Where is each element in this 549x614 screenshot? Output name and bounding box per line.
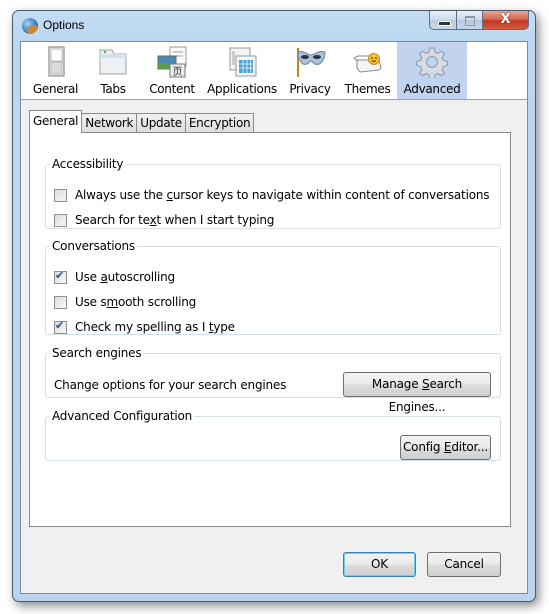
search-when-typing-checkbox[interactable]: Search for text when I start typing [54,213,274,227]
minimize-button[interactable] [429,11,457,30]
options-window: Options X General Tabs 页 Content Applica… [12,10,536,602]
group-legend: Search engines [52,346,142,360]
tab-strip: General Network Update Encryption [29,110,255,133]
config-editor-button[interactable]: Config Editor... [400,435,491,460]
gear-icon [416,46,448,80]
option-label: Use smooth scrolling [75,295,197,309]
window-title: Options [43,18,85,32]
toolbar-item-applications[interactable]: Applications [202,42,282,99]
group-legend: Accessibility [52,157,124,171]
accessibility-group: Accessibility Always use the cursor keys… [45,157,501,229]
toolbar-item-content[interactable]: 页 Content [142,42,202,99]
search-engines-group: Search engines Change options for your s… [45,346,501,414]
manage-search-engines-button[interactable]: Manage Search Engines... [343,372,491,414]
toolbar-label: General [32,82,79,96]
ok-button[interactable]: OK [343,552,416,577]
cancel-button[interactable]: Cancel [427,552,501,577]
maximize-button[interactable] [457,11,483,30]
spellcheck-checkbox[interactable]: Check my spelling as I type [54,319,235,334]
switch-icon [40,46,72,78]
caption-buttons: X [429,11,529,31]
checkbox[interactable] [54,213,67,227]
toolbar-label: Privacy [289,82,331,96]
option-label: Search for text when I start typing [75,213,275,227]
advanced-configuration-group: Advanced Configuration Config Editor... [45,409,501,461]
checkbox-checked[interactable] [54,319,67,334]
tab-network[interactable]: Network [81,113,138,133]
toolbar-item-privacy[interactable]: Privacy [282,42,338,99]
applications-icon [226,46,258,78]
app-globe-icon [22,18,38,34]
toolbar-label: Applications [207,82,277,96]
toolbar-label: Themes [344,82,391,96]
search-engines-description: Change options for your search engines [54,378,287,392]
toolbar-item-themes[interactable]: Themes [338,42,397,99]
content-icon: 页 [156,46,188,78]
toolbar-label: Tabs [100,82,126,96]
toolbar-item-general[interactable]: General [27,42,84,99]
preferences-toolbar: General Tabs 页 Content Applications Priv… [21,42,527,100]
close-button[interactable]: X [483,11,529,30]
svg-text:页: 页 [173,66,183,78]
title-bar[interactable]: Options X [13,11,535,41]
toolbar-label: Advanced [403,82,461,96]
tabs-icon [97,46,129,78]
option-label: Always use the cursor keys to navigate w… [75,188,490,202]
checkbox-checked[interactable] [54,269,67,284]
conversations-group: Conversations Use autoscrolling Use smoo… [45,239,501,335]
toolbar-label: Content [149,82,195,96]
tab-encryption[interactable]: Encryption [184,113,255,133]
toolbar-item-tabs[interactable]: Tabs [84,42,142,99]
checkbox[interactable] [54,295,67,309]
checkbox[interactable] [54,188,67,202]
mask-icon [294,46,326,78]
group-legend: Advanced Configuration [52,409,193,423]
tab-update[interactable]: Update [136,113,186,133]
toolbar-item-advanced[interactable]: Advanced [397,42,467,99]
option-label: Check my spelling as I type [75,320,235,334]
tab-panel-general: Accessibility Always use the cursor keys… [29,132,511,527]
client-area: General Tabs 页 Content Applications Priv… [20,41,528,594]
option-label: Use autoscrolling [75,270,175,284]
group-legend: Conversations [52,239,135,253]
smiley-bubble-icon [352,46,384,78]
cursor-keys-checkbox[interactable]: Always use the cursor keys to navigate w… [54,188,490,202]
tab-general[interactable]: General [29,110,83,133]
close-icon: X [500,12,511,27]
autoscrolling-checkbox[interactable]: Use autoscrolling [54,269,175,284]
smooth-scrolling-checkbox[interactable]: Use smooth scrolling [54,295,196,309]
